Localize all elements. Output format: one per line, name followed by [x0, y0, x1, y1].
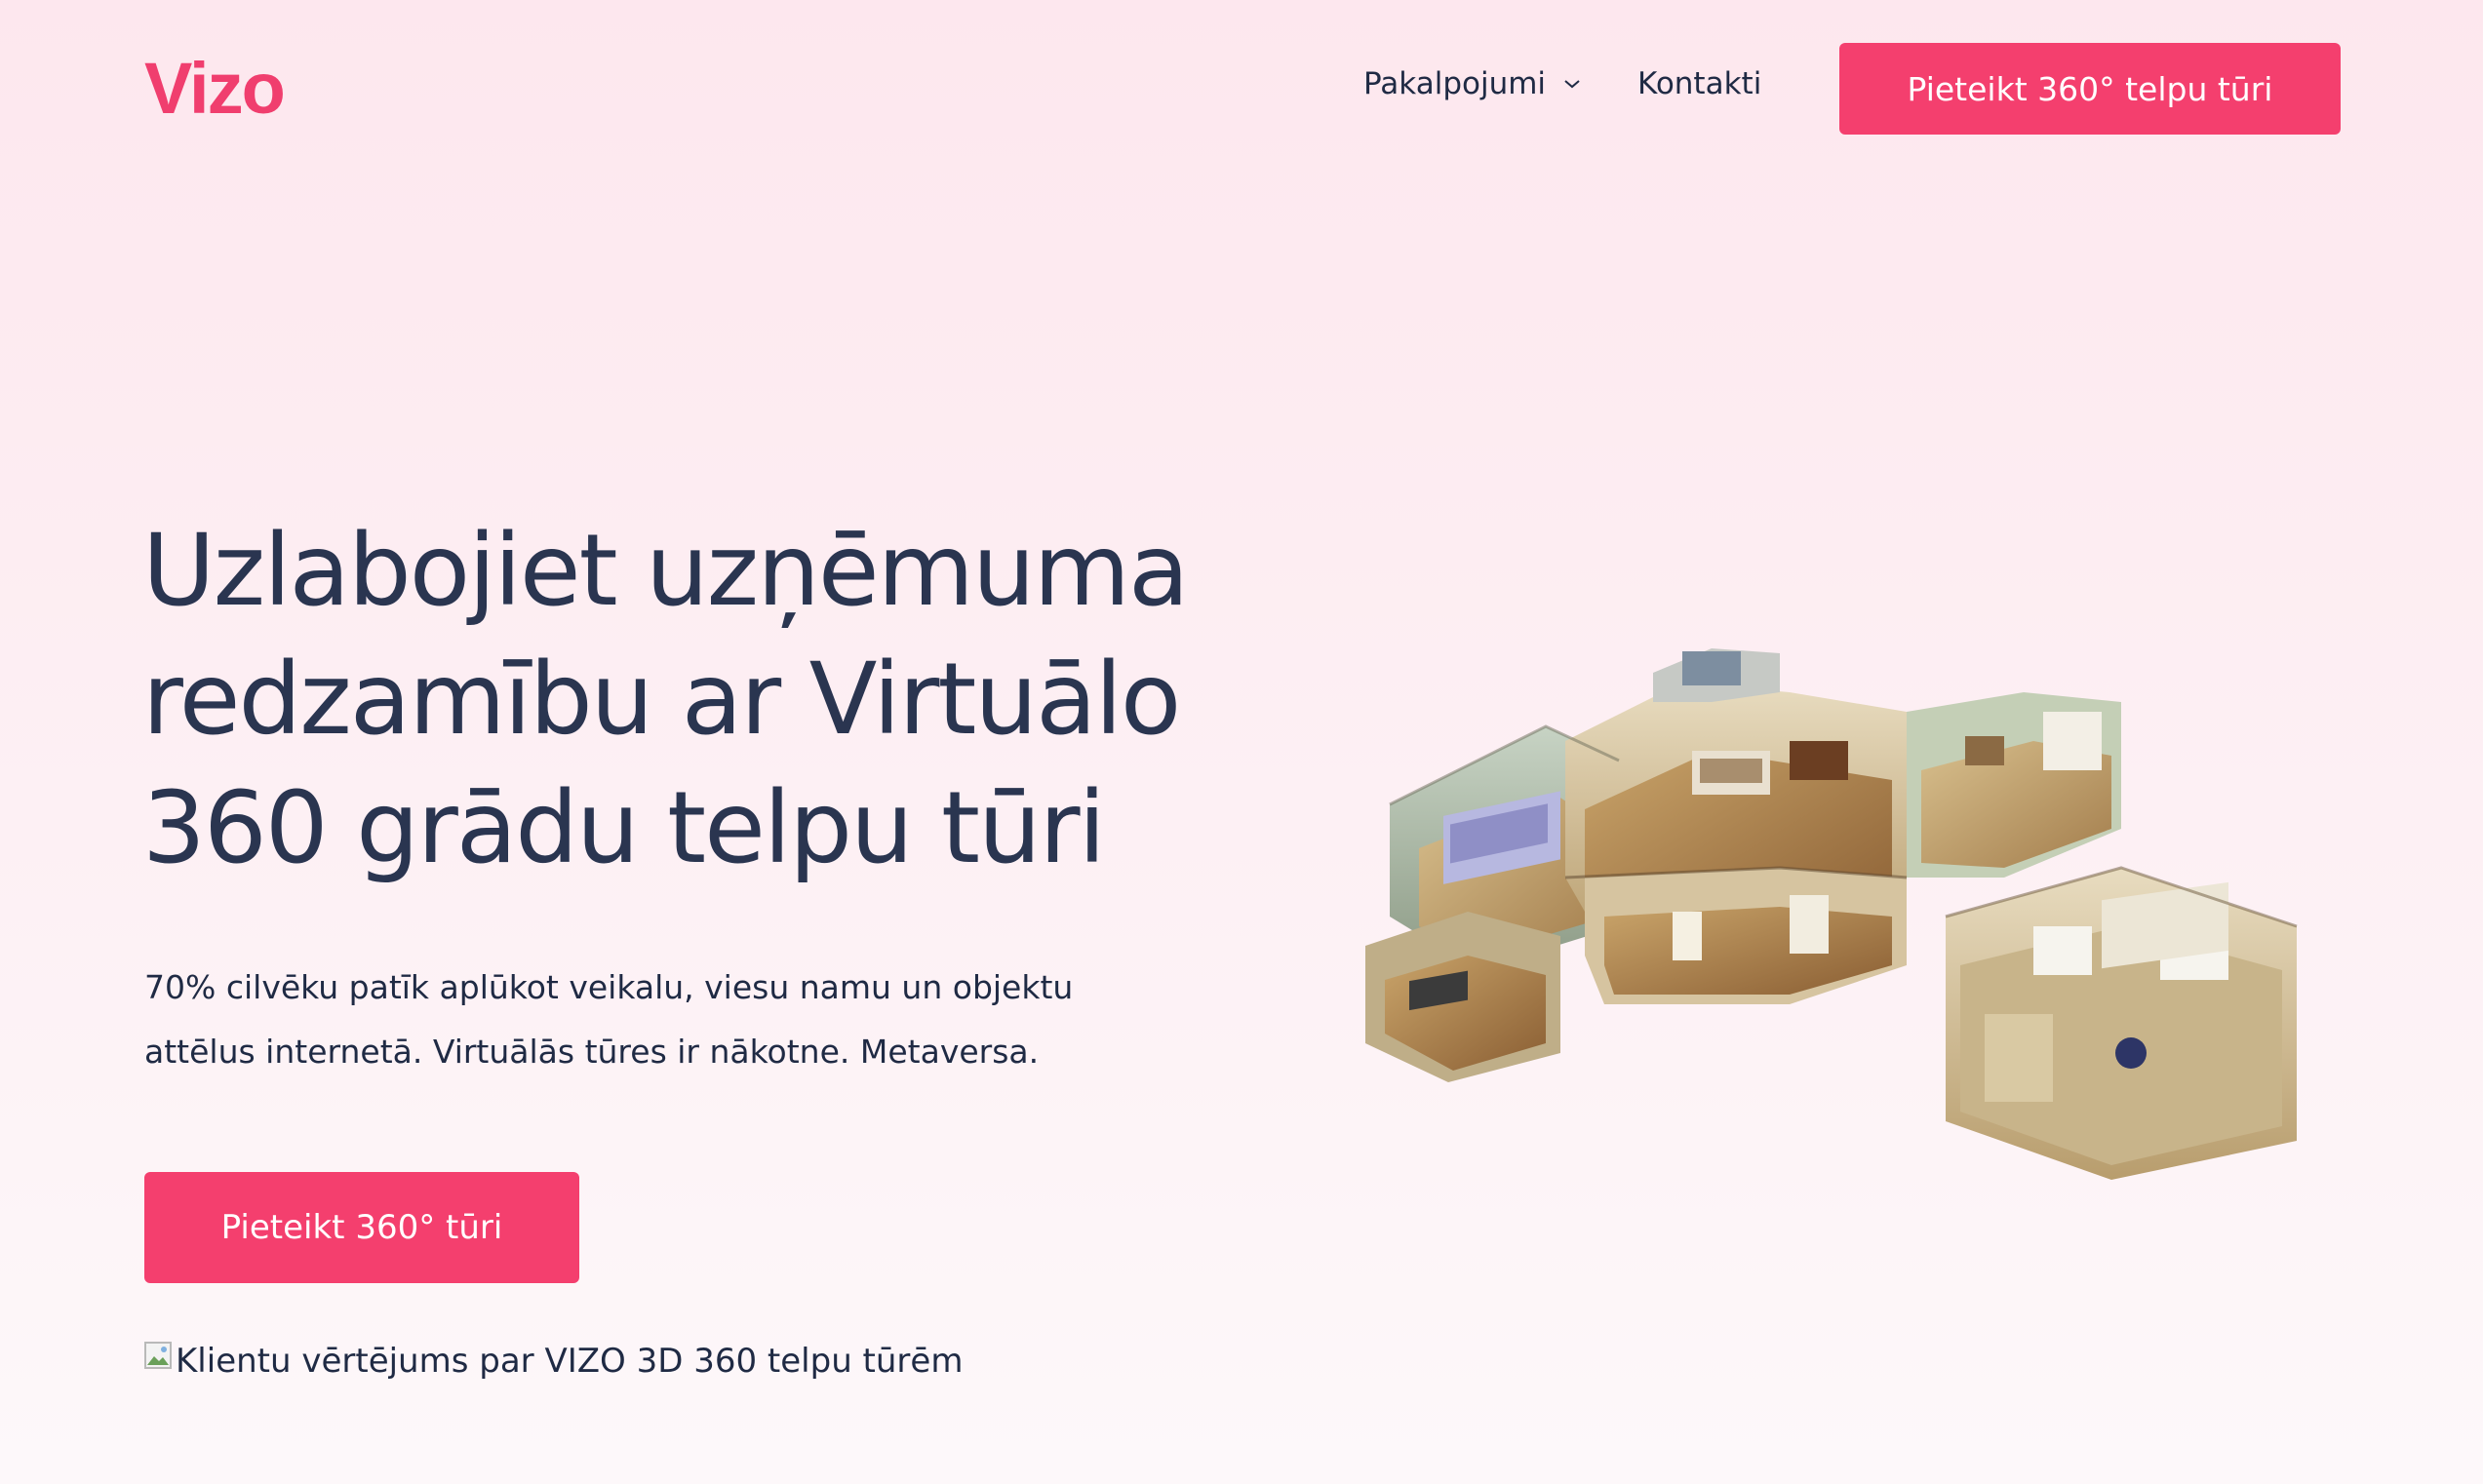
- nav-item-contacts-label: Kontakti: [1637, 66, 1762, 101]
- broken-image-icon: [144, 1342, 172, 1369]
- hero-cta-button[interactable]: Pieteikt 360° tūri: [144, 1172, 579, 1283]
- hero-title-line: 360 grādu telpu tūri: [142, 770, 1106, 886]
- chevron-down-icon: [1563, 78, 1581, 90]
- hero-title: Uzlabojiet uzņēmuma redzamību ar Virtuāl…: [142, 507, 1274, 893]
- nav-item-services-label: Pakalpojumi: [1363, 66, 1547, 101]
- nav-item-services[interactable]: Pakalpojumi: [1363, 66, 1581, 101]
- hero-subtitle-line: attēlus internetā. Virtuālās tūres ir nā…: [144, 1033, 1040, 1071]
- main-nav: Pakalpojumi Kontakti: [1363, 66, 1761, 101]
- reviews-image-alt-text: Klientu vērtējums par VIZO 3D 360 telpu …: [176, 1342, 964, 1381]
- logo[interactable]: Vizo: [144, 53, 286, 125]
- header-cta-button[interactable]: Pieteikt 360° telpu tūri: [1839, 43, 2341, 135]
- dollhouse-3d-illustration: [1365, 648, 2298, 1180]
- hero-subtitle: 70% cilvēku patīk aplūkot veikalu, viesu…: [144, 956, 1120, 1084]
- hero-title-line: redzamību ar Virtuālo: [142, 642, 1181, 758]
- hero-subtitle-line: 70% cilvēku patīk aplūkot veikalu, viesu…: [144, 968, 1074, 1006]
- reviews-image: Klientu vērtējums par VIZO 3D 360 telpu …: [144, 1342, 963, 1381]
- landing-page: Vizo Pakalpojumi Kontakti Pieteikt 360° …: [0, 0, 2483, 1484]
- nav-item-contacts[interactable]: Kontakti: [1637, 66, 1761, 101]
- hero-title-line: Uzlabojiet uzņēmuma: [142, 513, 1190, 629]
